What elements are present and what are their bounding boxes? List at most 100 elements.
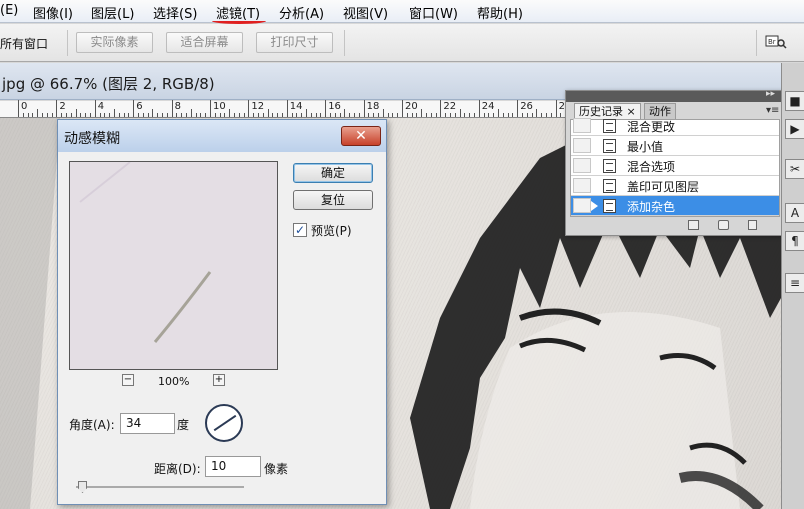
close-icon[interactable]: ✕: [341, 126, 381, 146]
history-item[interactable]: 最小值: [571, 136, 779, 156]
all-windows-label[interactable]: 所有窗口: [0, 35, 48, 52]
history-state-icon: [603, 159, 616, 173]
ruler-minor-tick: [224, 113, 226, 117]
ruler-minor-tick: [334, 113, 336, 117]
history-item-label: 混合选项: [627, 160, 676, 174]
ruler-minor-tick: [253, 113, 255, 117]
ruler-major-tick: [363, 100, 365, 117]
ruler-minor-tick: [267, 109, 269, 117]
reset-button[interactable]: 复位: [293, 190, 373, 210]
ruler-minor-tick: [219, 113, 221, 117]
new-document-from-state-icon[interactable]: [688, 220, 699, 230]
ruler-minor-tick: [157, 113, 159, 117]
dock-paragraph-icon[interactable]: ¶: [785, 231, 804, 251]
ruler-major-tick: [325, 100, 327, 117]
preview-image: [70, 162, 277, 369]
angle-dial-needle: [213, 414, 237, 432]
panel-grip[interactable]: ▸▸: [566, 89, 782, 102]
zoom-out-button[interactable]: −: [122, 374, 134, 386]
ruler-minor-tick: [104, 113, 106, 117]
ruler-minor-tick: [382, 109, 384, 117]
dock-character-icon[interactable]: A: [785, 203, 804, 223]
ruler-minor-tick: [522, 113, 523, 117]
ruler-minor-tick: [128, 113, 130, 117]
angle-dial[interactable]: [205, 404, 243, 442]
history-item[interactable]: 盖印可见图层: [571, 176, 779, 196]
ruler-label: 6: [136, 101, 143, 112]
ruler-minor-tick: [502, 113, 504, 117]
ok-button[interactable]: 确定: [293, 163, 373, 183]
trash-icon[interactable]: [748, 220, 757, 230]
ruler-minor-tick: [421, 109, 423, 117]
fit-screen-button[interactable]: 适合屏幕: [166, 32, 243, 53]
ruler-minor-tick: [51, 113, 53, 117]
snapshot-source-checkbox[interactable]: [573, 178, 591, 193]
history-item-label: 盖印可见图层: [627, 180, 700, 194]
history-item-label: 添加杂色: [627, 200, 676, 214]
ruler-minor-tick: [214, 113, 216, 117]
panel-menu-icon[interactable]: ▾≡: [766, 105, 779, 116]
menu-edit[interactable]: (E): [0, 3, 18, 18]
ruler-major-tick: [248, 100, 250, 117]
menu-view[interactable]: 视图(V): [343, 3, 388, 22]
zoom-in-button[interactable]: +: [213, 374, 225, 386]
ruler-minor-tick: [493, 113, 495, 117]
angle-input[interactable]: 34: [120, 413, 175, 434]
ruler-minor-tick: [483, 113, 485, 117]
history-panel: ▸▸ 历史记录 × 动作 ▾≡ 混合更改 最小值 混合选项 盖印可见图层 添加杂…: [565, 89, 783, 236]
collapse-icon[interactable]: ▸▸: [766, 89, 775, 99]
ruler-label: 10: [213, 101, 226, 112]
dock-layers-icon[interactable]: ≡: [785, 273, 804, 293]
snapshot-source-checkbox[interactable]: [573, 198, 591, 213]
history-item-selected[interactable]: 添加杂色: [571, 196, 779, 216]
ruler-minor-tick: [464, 113, 466, 117]
ruler-minor-tick: [162, 113, 163, 117]
preview-pane[interactable]: [69, 161, 278, 370]
dock-tools-icon[interactable]: ✂: [785, 159, 804, 179]
bridge-icon[interactable]: Br: [765, 34, 787, 50]
menu-analysis[interactable]: 分析(A): [279, 3, 324, 22]
ruler-minor-tick: [166, 113, 168, 117]
preview-checkbox[interactable]: ✓: [293, 223, 307, 237]
dock-play-icon[interactable]: ▶: [785, 119, 804, 139]
ruler-label: 20: [405, 101, 418, 112]
distance-label: 距离(D):: [154, 462, 201, 476]
distance-unit: 像素: [264, 462, 289, 476]
distance-slider-track[interactable]: [76, 486, 244, 488]
ruler-minor-tick: [70, 113, 72, 117]
actual-pixels-button[interactable]: 实际像素: [76, 32, 153, 53]
menu-window[interactable]: 窗口(W): [409, 3, 458, 22]
ruler-minor-tick: [22, 113, 24, 117]
menu-select[interactable]: 选择(S): [153, 3, 197, 22]
menu-help[interactable]: 帮助(H): [477, 3, 523, 22]
print-size-button[interactable]: 打印尺寸: [256, 32, 333, 53]
ruler-minor-tick: [301, 113, 303, 117]
history-item[interactable]: 混合更改: [571, 116, 779, 136]
dialog-titlebar[interactable]: 动感模糊 ✕: [58, 120, 386, 152]
distance-slider-thumb[interactable]: [78, 481, 87, 493]
ruler-minor-tick: [152, 109, 154, 117]
ruler-minor-tick: [37, 109, 39, 117]
distance-input[interactable]: 10: [205, 456, 261, 477]
ruler-minor-tick: [546, 113, 547, 117]
history-item[interactable]: 混合选项: [571, 156, 779, 176]
menu-layer[interactable]: 图层(L): [91, 3, 134, 22]
history-item-label: 最小值: [627, 140, 664, 154]
ruler-major-tick: [94, 100, 96, 117]
snapshot-source-checkbox[interactable]: [573, 118, 591, 133]
ruler-minor-tick: [296, 113, 298, 117]
ruler-minor-tick: [205, 113, 207, 117]
camera-snapshot-icon[interactable]: [718, 220, 729, 230]
snapshot-source-checkbox[interactable]: [573, 158, 591, 173]
ruler-minor-tick: [536, 109, 538, 117]
ruler-label: 18: [366, 101, 380, 112]
ruler-minor-tick: [90, 113, 91, 117]
ruler-minor-tick: [27, 113, 29, 117]
ruler-minor-tick: [378, 113, 379, 117]
preview-checkbox-label: 预览(P): [311, 224, 352, 238]
ruler-minor-tick: [488, 113, 490, 117]
ruler-minor-tick: [277, 113, 279, 117]
snapshot-source-checkbox[interactable]: [573, 138, 591, 153]
dock-color-icon[interactable]: ■: [785, 91, 804, 111]
menu-image[interactable]: 图像(I): [33, 3, 73, 22]
